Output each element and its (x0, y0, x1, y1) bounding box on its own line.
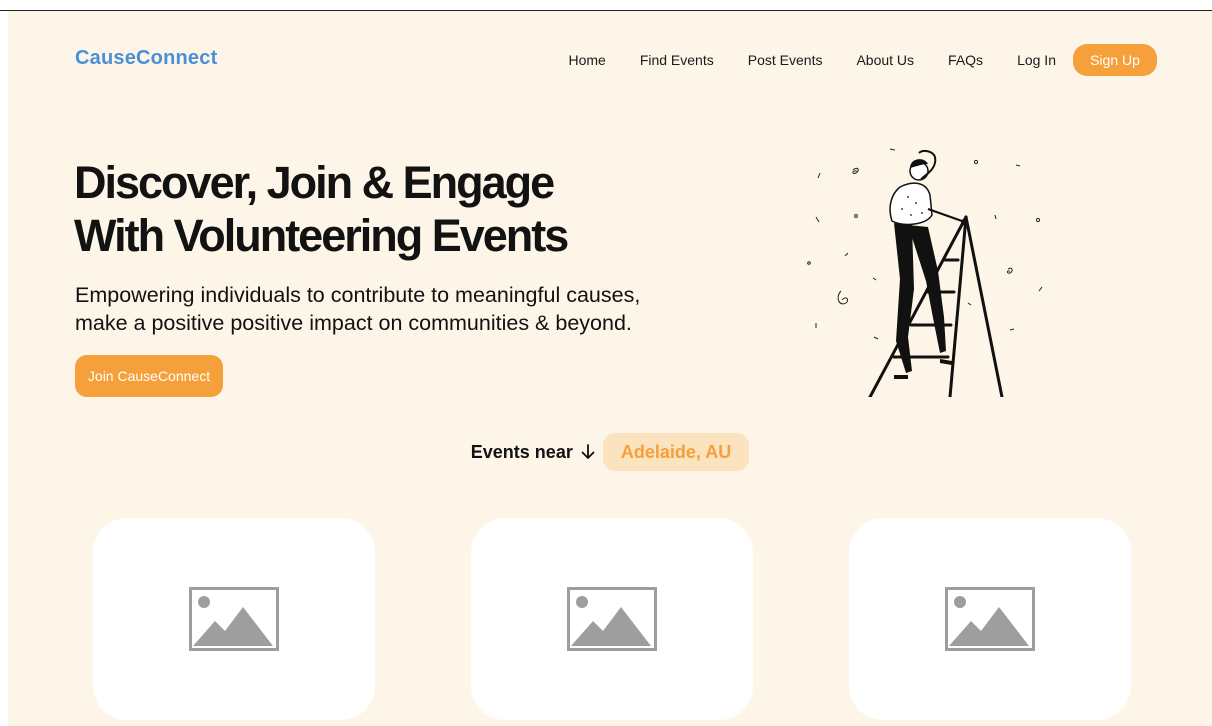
hero-subtitle: Empowering individuals to contribute to … (75, 281, 775, 337)
main-nav: Home Find Events Post Events About Us FA… (568, 44, 1157, 76)
page: CauseConnect Home Find Events Post Event… (8, 11, 1212, 726)
hero-title: Discover, Join & Engage With Volunteerin… (74, 156, 674, 262)
hero-subtitle-line-1: Empowering individuals to contribute to … (75, 283, 641, 307)
location-selector[interactable]: Adelaide, AU (602, 433, 750, 471)
nav-about-us[interactable]: About Us (856, 52, 914, 68)
event-card[interactable] (471, 518, 753, 720)
nav-post-events[interactable]: Post Events (748, 52, 823, 68)
image-placeholder-icon (945, 587, 1035, 651)
image-placeholder-icon (189, 587, 279, 651)
image-placeholder-icon (567, 587, 657, 651)
logo[interactable]: CauseConnect (75, 47, 217, 70)
join-causeconnect-button[interactable]: Join CauseConnect (75, 355, 223, 397)
event-card[interactable] (849, 518, 1131, 720)
volunteer-ladder-illustration (807, 148, 1043, 397)
nav-log-in[interactable]: Log In (1017, 52, 1056, 68)
hero-subtitle-line-2: make a positive positive impact on commu… (75, 311, 632, 335)
hero-title-line-2: With Volunteering Events (74, 210, 569, 261)
nav-home[interactable]: Home (568, 52, 605, 68)
events-near-row: Events near Adelaide, AU (8, 433, 1212, 471)
arrow-down-icon (581, 444, 595, 460)
event-card[interactable] (93, 518, 375, 720)
nav-find-events[interactable]: Find Events (640, 52, 714, 68)
nav-faqs[interactable]: FAQs (948, 52, 983, 68)
hero-title-line-1: Discover, Join & Engage (74, 157, 555, 208)
sign-up-button[interactable]: Sign Up (1073, 44, 1157, 76)
events-near-label: Events near (470, 441, 573, 462)
